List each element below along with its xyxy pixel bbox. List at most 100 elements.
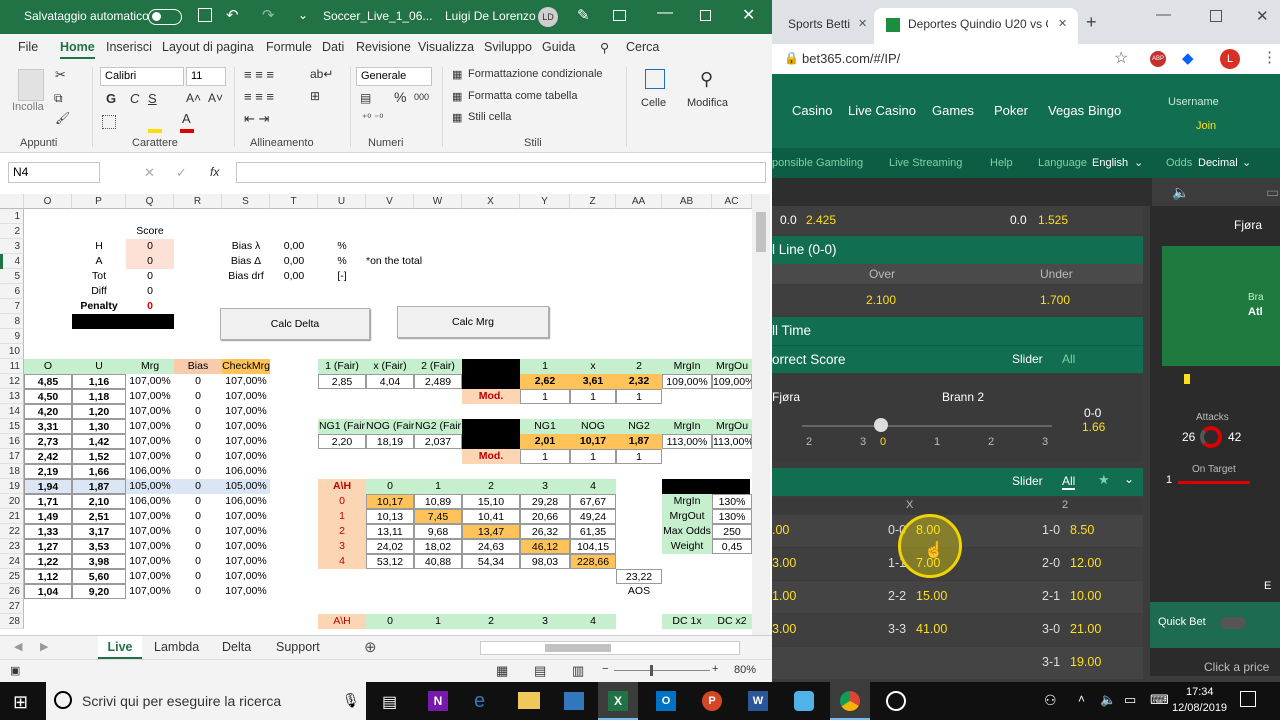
- table-cell[interactable]: 0: [174, 389, 222, 404]
- table-cell[interactable]: 1,71: [24, 494, 72, 509]
- all-toggle-2[interactable]: All: [1062, 474, 1076, 490]
- spreadsheet-grid[interactable]: O P Q R S T U V W X Y Z AA AB AC 1 2 3 4 5 6 7 8 9 10 11 12 13 14 15 1…: [0, 194, 752, 635]
- fair-header[interactable]: NG1 (Fair: [318, 419, 366, 434]
- tab-file[interactable]: File: [18, 40, 38, 54]
- browser-tab-deportes[interactable]: Deportes Quindio U20 vs C: [908, 17, 1048, 31]
- table-cell[interactable]: 107,00%: [126, 539, 174, 554]
- matrix-cell[interactable]: 24,02: [366, 539, 414, 554]
- row-header[interactable]: 25: [0, 569, 24, 584]
- lock-icon[interactable]: 🔒: [784, 51, 799, 65]
- margin-header[interactable]: MrgIn: [662, 359, 712, 374]
- app-icon[interactable]: [794, 691, 814, 711]
- matrix-cell[interactable]: 13,47: [462, 524, 520, 539]
- table-cell[interactable]: 107,00%: [222, 539, 270, 554]
- row-header[interactable]: 6: [0, 284, 24, 299]
- odds-header[interactable]: 1: [520, 359, 570, 374]
- table-cell[interactable]: 1,30: [72, 419, 126, 434]
- table-cell[interactable]: 106,00%: [222, 494, 270, 509]
- score-odds[interactable]: 12.00: [1070, 556, 1101, 570]
- favourite-star-icon[interactable]: ★: [1098, 472, 1110, 488]
- table-cell[interactable]: 1,49: [24, 509, 72, 524]
- table-header[interactable]: U: [72, 359, 126, 374]
- row-header[interactable]: 27: [0, 599, 24, 614]
- copy-icon[interactable]: ⧉: [54, 91, 63, 106]
- fair-value[interactable]: 2,037: [414, 434, 462, 449]
- column-header[interactable]: O: [24, 194, 72, 209]
- matrix-cell[interactable]: 228,66: [570, 554, 616, 569]
- matrix-col-header[interactable]: 0: [366, 614, 414, 629]
- matrix-cell[interactable]: 104,15: [570, 539, 616, 554]
- side-label[interactable]: Weight: [662, 539, 712, 554]
- live-streaming-link[interactable]: Live Streaming: [889, 157, 962, 169]
- fair-header[interactable]: x (Fair): [366, 359, 414, 374]
- column-header[interactable]: S: [222, 194, 270, 209]
- odds-header[interactable]: NOG: [570, 419, 616, 434]
- table-cell[interactable]: 1,94: [24, 479, 72, 494]
- url-field[interactable]: bet365.com/#/IP/: [802, 51, 900, 66]
- undo-icon[interactable]: ↶: [226, 6, 239, 24]
- qat-dropdown-icon[interactable]: ⌄: [298, 8, 308, 22]
- cond-format-button[interactable]: Formattazione condizionale: [468, 68, 603, 80]
- column-header[interactable]: Q: [126, 194, 174, 209]
- percent-unit[interactable]: %: [318, 254, 366, 269]
- margin-value[interactable]: 109,00%: [662, 374, 712, 389]
- borders-icon[interactable]: [102, 115, 116, 129]
- tab-home[interactable]: Home: [60, 40, 95, 59]
- row-header[interactable]: 2: [0, 224, 24, 239]
- user-avatar[interactable]: LD: [538, 7, 558, 27]
- bias-delta-label[interactable]: Bias Δ: [222, 254, 270, 269]
- table-header[interactable]: CheckMrg: [222, 359, 270, 374]
- onenote-icon[interactable]: N: [428, 691, 448, 711]
- percent-button[interactable]: %: [394, 89, 406, 105]
- score-slider[interactable]: [802, 425, 1052, 427]
- side-value[interactable]: 130%: [712, 509, 752, 524]
- language-select[interactable]: English: [1092, 157, 1128, 169]
- maximize-icon[interactable]: [1210, 10, 1222, 22]
- table-cell[interactable]: 0: [174, 524, 222, 539]
- table-cell[interactable]: 0: [174, 419, 222, 434]
- row-header[interactable]: 9: [0, 329, 24, 344]
- mod-value[interactable]: 1: [616, 449, 662, 464]
- side-value[interactable]: 250: [712, 524, 752, 539]
- row-header[interactable]: 17: [0, 449, 24, 464]
- row-header[interactable]: 5: [0, 269, 24, 284]
- new-tab-icon[interactable]: +: [1086, 12, 1097, 33]
- table-cell[interactable]: 1,33: [24, 524, 72, 539]
- bias-delta-value[interactable]: 0,00: [270, 254, 318, 269]
- find-icon[interactable]: ⚲: [700, 69, 713, 90]
- table-cell[interactable]: 1,12: [24, 569, 72, 584]
- side-label[interactable]: MrgIn: [662, 494, 712, 509]
- tell-me-search[interactable]: Cerca: [626, 40, 659, 54]
- matrix-cell[interactable]: 29,28: [520, 494, 570, 509]
- matrix-cell[interactable]: 10,17: [366, 494, 414, 509]
- row-header[interactable]: 18: [0, 464, 24, 479]
- odds-header[interactable]: x: [570, 359, 616, 374]
- table-cell[interactable]: 107,00%: [222, 419, 270, 434]
- odds-value[interactable]: 1,87: [616, 434, 662, 449]
- edge-icon[interactable]: e: [474, 690, 485, 713]
- table-cell[interactable]: 107,00%: [222, 404, 270, 419]
- odds-value[interactable]: 10,17: [570, 434, 616, 449]
- table-cell[interactable]: 4,20: [24, 404, 72, 419]
- row-header[interactable]: 4: [0, 254, 24, 269]
- row-header[interactable]: 14: [0, 404, 24, 419]
- score-odds[interactable]: .00: [772, 523, 789, 537]
- close-icon[interactable]: ✕: [1256, 7, 1269, 25]
- cell-styles-icon[interactable]: ▦: [452, 111, 462, 124]
- powerpoint-icon[interactable]: P: [702, 691, 722, 711]
- table-cell[interactable]: 2,42: [24, 449, 72, 464]
- row-header[interactable]: 23: [0, 539, 24, 554]
- matrix-col-header[interactable]: 4: [570, 479, 616, 494]
- score-odds[interactable]: 41.00: [916, 622, 947, 636]
- odds-value[interactable]: 2,32: [616, 374, 662, 389]
- sheet-tab-lambda[interactable]: Lambda: [154, 640, 199, 654]
- fair-value[interactable]: 4,04: [366, 374, 414, 389]
- fair-header[interactable]: 1 (Fair): [318, 359, 366, 374]
- format-table-button[interactable]: Formatta come tabella: [468, 90, 577, 102]
- row-header[interactable]: 11: [0, 359, 24, 374]
- cut-icon[interactable]: ✂: [55, 67, 66, 83]
- score-odds[interactable]: 19.00: [1070, 655, 1101, 669]
- sheet-tab-delta[interactable]: Delta: [222, 640, 251, 654]
- table-cell[interactable]: 106,00%: [126, 464, 174, 479]
- table-cell[interactable]: 5,60: [72, 569, 126, 584]
